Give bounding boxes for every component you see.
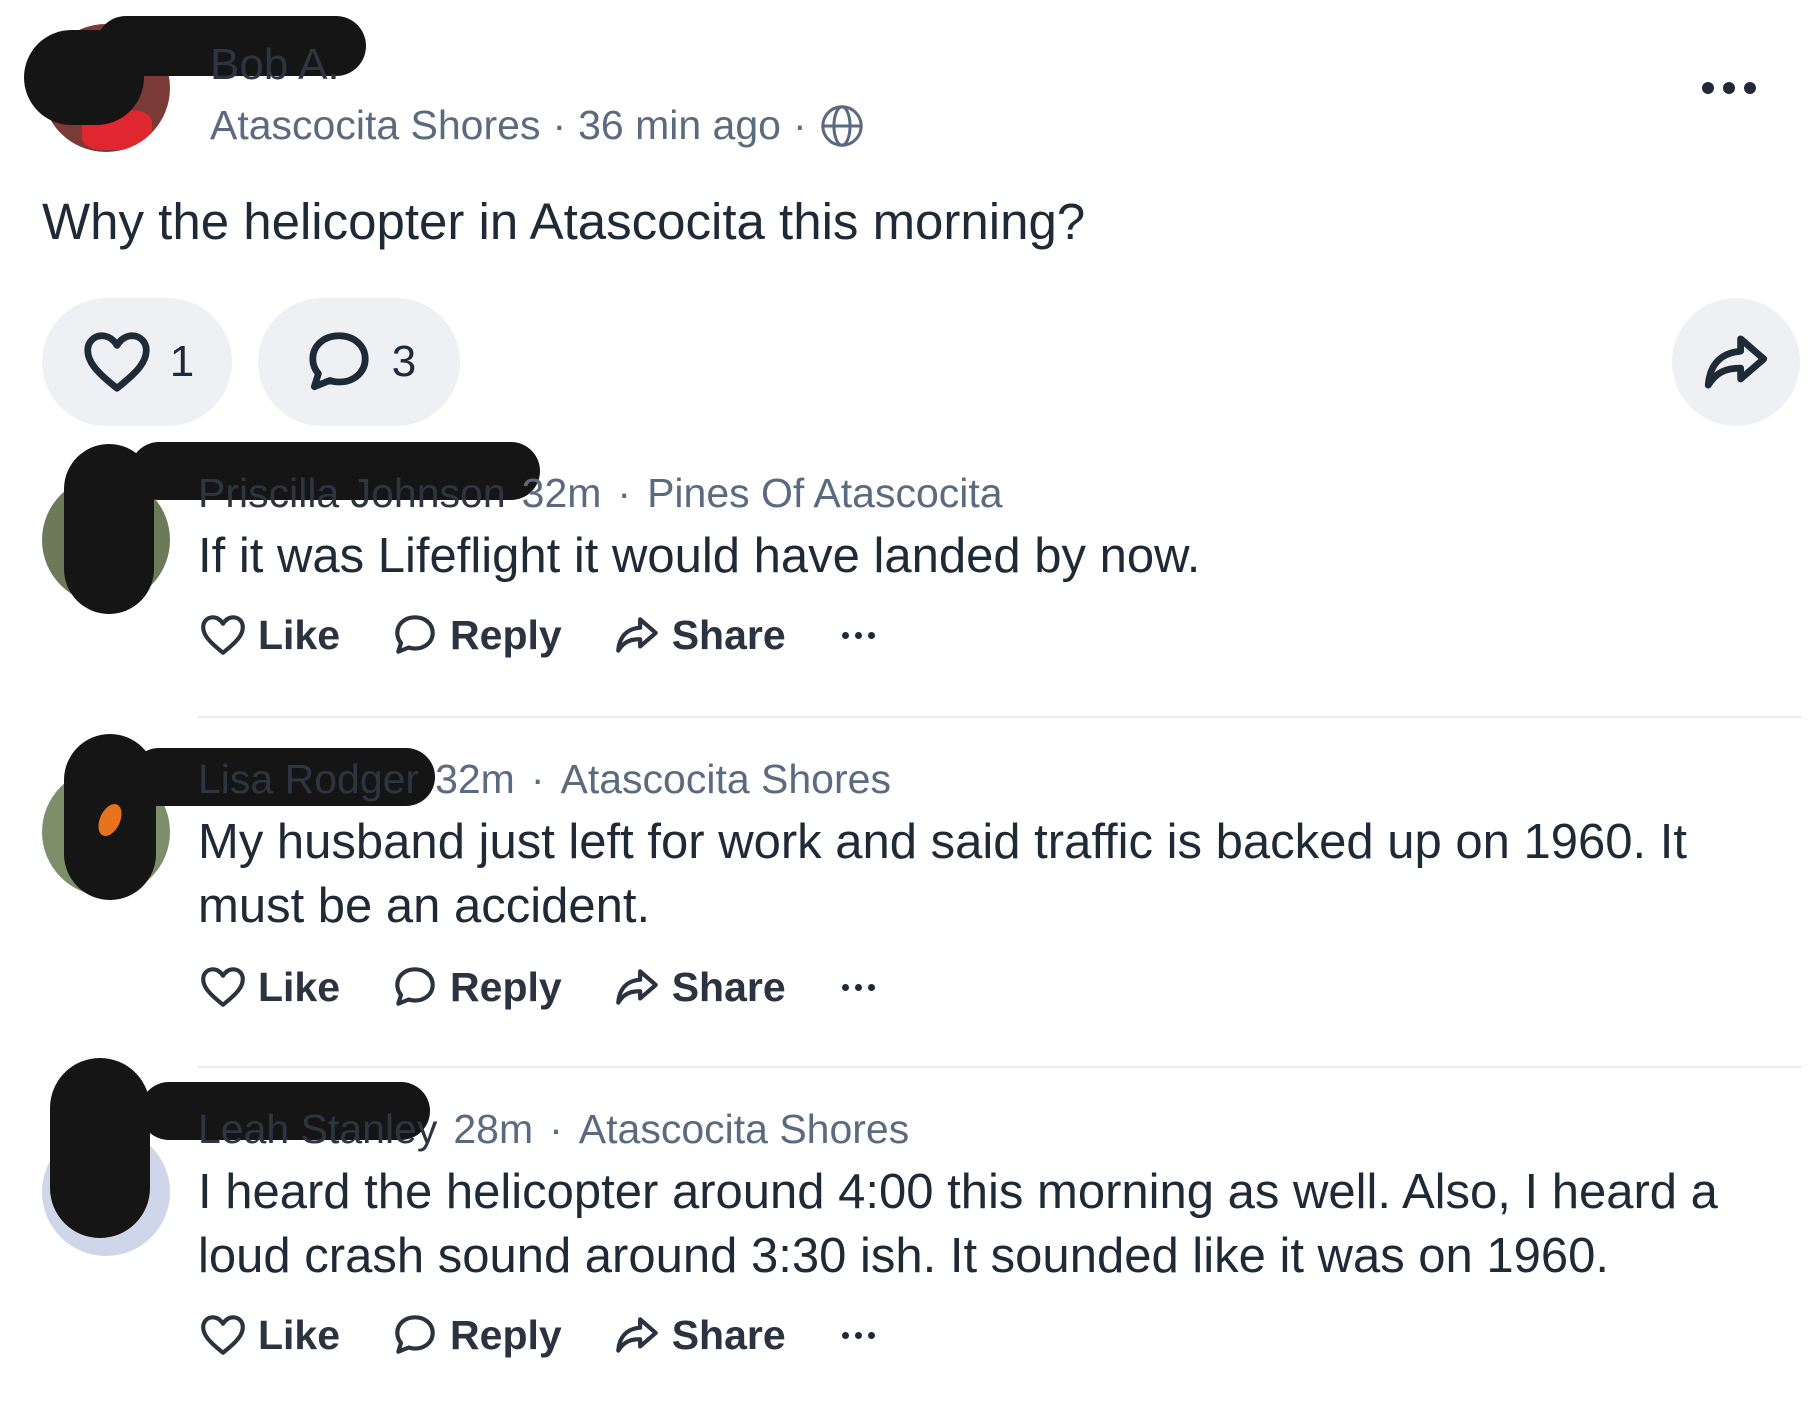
share-arrow-icon xyxy=(615,1317,658,1353)
comment-button[interactable]: 3 xyxy=(258,298,460,426)
comment-header: Lisa Rodger 32m · Atascocita Shores xyxy=(198,756,891,803)
comment-actions: Like Reply Share xyxy=(198,610,875,660)
like-count: 1 xyxy=(169,337,195,386)
post-author-name[interactable]: Bob A. xyxy=(210,40,340,90)
post-meta: Atascocita Shores · 36 min ago · xyxy=(210,102,865,149)
comment-text: My husband just left for work and said t… xyxy=(198,815,1687,933)
reply-button[interactable]: Reply xyxy=(390,962,562,1012)
comment-neighborhood[interactable]: Pines Of Atascocita xyxy=(647,470,1003,517)
meta-separator: · xyxy=(617,470,632,516)
post-page: Bob A. Atascocita Shores · 36 min ago · … xyxy=(0,0,1817,1410)
comment-time: 32m xyxy=(435,756,515,802)
comment-count: 3 xyxy=(391,337,417,386)
comment-neighborhood[interactable]: Atascocita Shores xyxy=(561,756,891,803)
comment-time: 28m xyxy=(453,1106,534,1152)
like-label: Like xyxy=(258,1311,341,1358)
share-button[interactable]: Share xyxy=(612,1310,786,1360)
comment-time: 32m xyxy=(521,470,602,516)
comment-neighborhood[interactable]: Atascocita Shores xyxy=(579,1106,909,1153)
like-label: Like xyxy=(258,963,341,1010)
share-arrow-icon xyxy=(1704,335,1768,389)
share-arrow-icon xyxy=(615,969,658,1005)
share-button[interactable] xyxy=(1672,298,1800,426)
share-arrow-icon xyxy=(615,617,658,653)
share-label: Share xyxy=(671,963,786,1010)
commenter-name[interactable]: Lisa Rodger xyxy=(198,756,419,803)
comment-text: I heard the helicopter around 4:00 this … xyxy=(198,1165,1718,1283)
more-options-icon[interactable] xyxy=(841,983,875,991)
redaction-scribble xyxy=(50,1058,150,1238)
share-label: Share xyxy=(671,611,786,658)
post-time: 36 min ago xyxy=(578,102,781,148)
like-button[interactable]: Like xyxy=(198,1310,340,1360)
comment-divider xyxy=(198,716,1801,718)
reply-label: Reply xyxy=(450,1311,562,1358)
share-button[interactable]: Share xyxy=(612,610,786,660)
reply-label: Reply xyxy=(450,611,562,658)
share-label: Share xyxy=(671,1311,786,1358)
more-options-icon[interactable] xyxy=(1693,68,1765,108)
comment-header: Priscilla Johnson 32m · Pines Of Atascoc… xyxy=(198,470,1003,517)
commenter-name[interactable]: Leah Stanley xyxy=(198,1106,437,1153)
comment-text: If it was Lifeflight it would have lande… xyxy=(198,529,1201,583)
commenter-name[interactable]: Priscilla Johnson xyxy=(198,470,506,517)
heart-icon xyxy=(201,615,245,655)
meta-separator: · xyxy=(552,102,567,148)
reply-label: Reply xyxy=(450,963,562,1010)
comment-divider xyxy=(198,1066,1801,1068)
post-body: Why the helicopter in Atascocita this mo… xyxy=(42,193,1086,250)
more-options-icon[interactable] xyxy=(841,1331,875,1339)
share-button[interactable]: Share xyxy=(612,962,786,1012)
like-button[interactable]: Like xyxy=(198,962,340,1012)
heart-icon xyxy=(84,332,150,392)
comment-header: Leah Stanley 28m · Atascocita Shores xyxy=(198,1106,909,1153)
speech-bubble-icon xyxy=(395,1315,435,1354)
reply-button[interactable]: Reply xyxy=(390,610,562,660)
reply-button[interactable]: Reply xyxy=(390,1310,562,1360)
globe-icon[interactable] xyxy=(819,103,865,149)
comment-actions: Like Reply Share xyxy=(198,962,875,1012)
comment-actions: Like Reply Share xyxy=(198,1310,875,1360)
more-options-icon[interactable] xyxy=(841,631,875,639)
meta-separator: · xyxy=(530,756,545,802)
heart-icon xyxy=(201,967,245,1007)
heart-icon xyxy=(201,1315,245,1355)
like-button[interactable]: Like xyxy=(198,610,340,660)
speech-bubble-icon xyxy=(395,967,435,1006)
like-label: Like xyxy=(258,611,341,658)
meta-separator: · xyxy=(549,1106,563,1152)
speech-bubble-icon xyxy=(309,332,369,391)
speech-bubble-icon xyxy=(395,615,435,654)
meta-separator: · xyxy=(792,102,807,148)
post-neighborhood[interactable]: Atascocita Shores xyxy=(210,102,540,149)
like-button[interactable]: 1 xyxy=(42,298,232,426)
